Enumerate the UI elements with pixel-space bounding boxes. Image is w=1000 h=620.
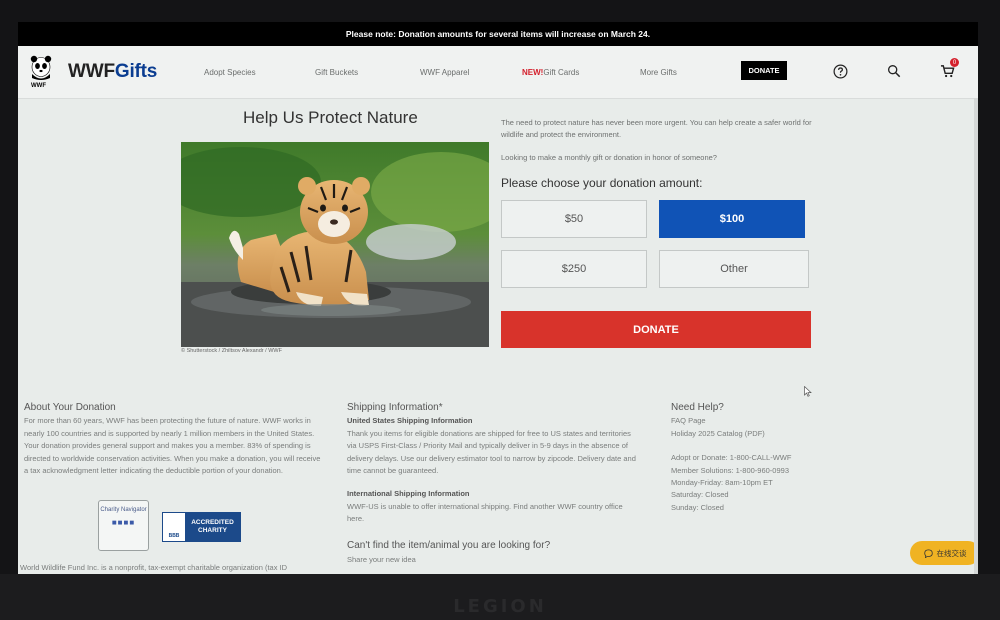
brand-gifts: Gifts bbox=[114, 61, 158, 82]
star-rating-icon: ■■■■ bbox=[111, 518, 136, 527]
nav-gift-cards[interactable]: NEW!Gift Cards bbox=[522, 68, 579, 77]
help-heading: Need Help? bbox=[671, 402, 724, 413]
share-idea-link[interactable]: Share your new idea bbox=[347, 555, 416, 564]
chat-button[interactable]: 在线交谈 bbox=[910, 541, 978, 565]
hours-weekday: Monday-Friday: 8am-10pm ET bbox=[671, 478, 773, 488]
donation-amount-label: Please choose your donation amount: bbox=[501, 176, 703, 190]
intl-shipping-heading: International Shipping Information bbox=[347, 489, 470, 499]
about-text: For more than 60 years, WWF has been pro… bbox=[24, 416, 321, 476]
us-shipping-heading: United States Shipping Information bbox=[347, 416, 473, 426]
hours-saturday: Saturday: Closed bbox=[671, 490, 729, 500]
faq-link[interactable]: FAQ Page bbox=[671, 415, 871, 427]
search-icon[interactable] bbox=[884, 61, 904, 81]
tiger-cub-photo bbox=[181, 142, 489, 347]
bbb-accredited-badge[interactable]: BBB ACCREDITED CHARITY bbox=[162, 512, 241, 542]
browser-screen: Please note: Donation amounts for severa… bbox=[18, 22, 978, 574]
need-help-section: Need Help? FAQ Page Holiday 2025 Catalog… bbox=[671, 402, 871, 514]
site-logo[interactable]: WWF WWFGifts bbox=[28, 55, 157, 89]
mouse-cursor-icon bbox=[804, 384, 812, 402]
shipping-section: Shipping Information* United States Ship… bbox=[347, 402, 637, 526]
monthly-gift-link[interactable]: Looking to make a monthly gift or donati… bbox=[501, 153, 717, 162]
chat-bubble-icon bbox=[923, 548, 933, 558]
intl-shipping-text: WWF-US is unable to offer international … bbox=[347, 501, 623, 524]
screen-bezel-right bbox=[978, 0, 1000, 620]
about-donation-section: About Your Donation For more than 60 yea… bbox=[24, 402, 324, 477]
cart-icon[interactable]: 0 bbox=[937, 58, 959, 81]
nav-wwf-apparel[interactable]: WWF Apparel bbox=[420, 68, 469, 77]
help-icon[interactable] bbox=[830, 61, 850, 81]
notice-banner: Please note: Donation amounts for severa… bbox=[18, 22, 978, 46]
nav-gift-cards-label: Gift Cards bbox=[543, 68, 580, 77]
charity-navigator-badge[interactable]: Charity Navigator ■■■■ bbox=[98, 500, 149, 551]
page-scrollbar[interactable] bbox=[974, 98, 978, 574]
catalog-link[interactable]: Holiday 2025 Catalog (PDF) bbox=[671, 428, 871, 440]
nav-adopt-species[interactable]: Adopt Species bbox=[204, 68, 256, 77]
site-header: WWF WWFGifts Adopt Species Gift Buckets … bbox=[18, 46, 978, 99]
header-donate-button[interactable]: DONATE bbox=[741, 61, 787, 80]
screen-bezel-left bbox=[0, 0, 18, 620]
panda-logo-icon: WWF bbox=[28, 55, 54, 89]
amount-option-50[interactable]: $50 bbox=[501, 200, 647, 238]
photo-credit: © Shutterstock / Zhiltsov Alexandr / WWF bbox=[181, 348, 282, 354]
bbb-logo: BBB bbox=[163, 513, 185, 541]
device-brand: LEGION bbox=[453, 596, 547, 617]
chat-label: 在线交谈 bbox=[936, 548, 967, 558]
brand-wwf: WWF bbox=[68, 61, 115, 82]
donate-button[interactable]: DONATE bbox=[501, 311, 811, 348]
bbb-accredited-text: ACCREDITED CHARITY bbox=[185, 513, 240, 541]
logo-small-text: WWF bbox=[31, 83, 46, 89]
intro-text: The need to protect nature has never bee… bbox=[501, 118, 812, 139]
about-heading: About Your Donation bbox=[24, 402, 116, 413]
amount-option-other[interactable]: Other bbox=[659, 250, 809, 288]
shipping-heading: Shipping Information* bbox=[347, 402, 443, 413]
brand-name: WWFGifts bbox=[68, 61, 157, 83]
us-shipping-text: Thank you items for eligible donations a… bbox=[347, 428, 636, 476]
phone-number: Adopt or Donate: 1-800-CALL-WWF bbox=[671, 453, 792, 463]
footer-legal-text: World Wildlife Fund Inc. is a nonprofit,… bbox=[20, 563, 288, 572]
nav-more-gifts[interactable]: More Gifts bbox=[640, 68, 677, 77]
screen-bezel-top bbox=[0, 0, 1000, 22]
cant-find-heading: Can't find the item/animal you are looki… bbox=[347, 540, 551, 551]
cart-count-badge: 0 bbox=[950, 58, 959, 67]
amount-option-100[interactable]: $100 bbox=[659, 200, 805, 238]
charity-navigator-label: Charity Navigator bbox=[100, 507, 147, 513]
member-solutions: Member Solutions: 1-800-960-0993 bbox=[671, 465, 789, 475]
amount-option-250[interactable]: $250 bbox=[501, 250, 647, 288]
page-title: Help Us Protect Nature bbox=[243, 108, 418, 127]
new-tag: NEW! bbox=[522, 68, 544, 77]
nav-gift-buckets[interactable]: Gift Buckets bbox=[315, 68, 358, 77]
hours-sunday: Sunday: Closed bbox=[671, 502, 724, 512]
